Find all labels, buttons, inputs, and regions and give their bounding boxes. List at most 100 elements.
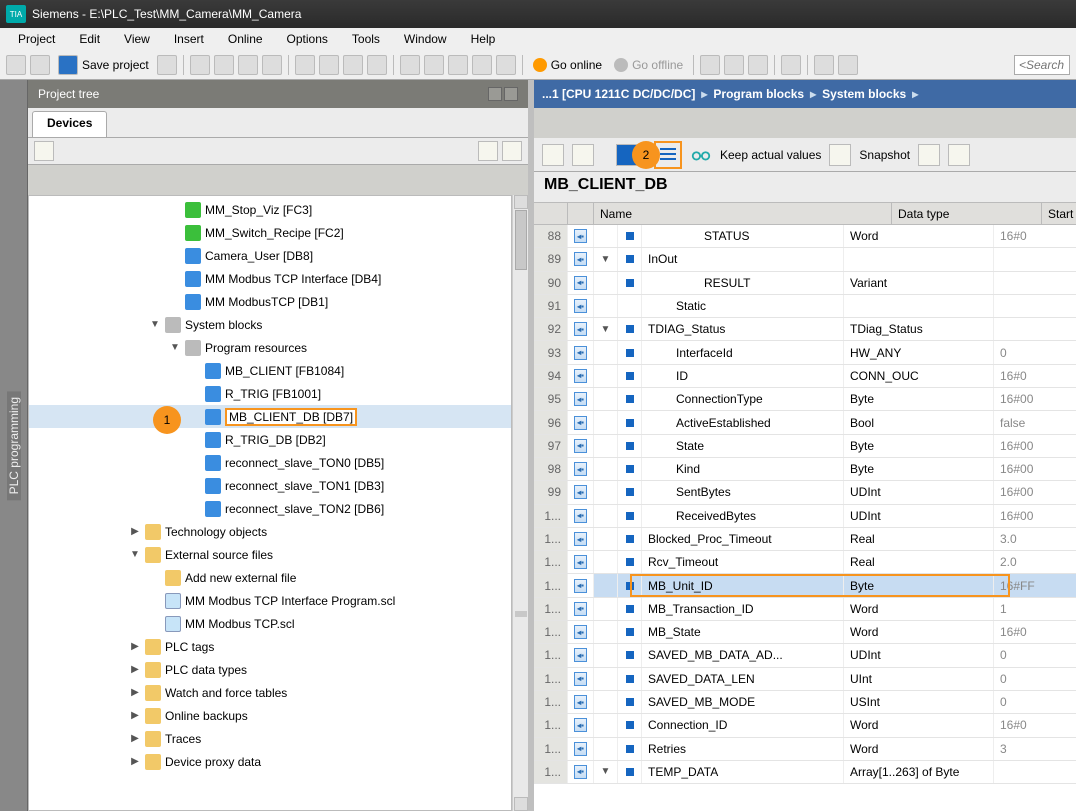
side-tab-plc-programming[interactable]: PLC programming — [0, 80, 28, 811]
new-project-icon[interactable] — [6, 55, 26, 75]
cell-type[interactable]: UInt — [844, 668, 994, 690]
expand-toggle-icon[interactable]: ▶ — [129, 641, 141, 652]
cell-type[interactable]: USInt — [844, 691, 994, 713]
cell-startvalue[interactable]: 16#00 — [994, 458, 1076, 480]
tree-item[interactable]: reconnect_slave_TON1 [DB3] — [29, 474, 511, 497]
tree-item[interactable]: MM Modbus TCP.scl — [29, 612, 511, 635]
sim-icon[interactable] — [472, 55, 492, 75]
cell-type[interactable]: Word — [844, 621, 994, 643]
cell-name[interactable]: Blocked_Proc_Timeout — [642, 528, 844, 550]
cell-type[interactable]: TDiag_Status — [844, 318, 994, 340]
cell-startvalue[interactable]: 16#00 — [994, 481, 1076, 503]
menu-view[interactable]: View — [114, 30, 160, 48]
cell-type[interactable]: HW_ANY — [844, 341, 994, 363]
tree-item[interactable]: MM_Switch_Recipe [FC2] — [29, 221, 511, 244]
cell-name[interactable]: Kind — [642, 458, 844, 480]
breadcrumb[interactable]: ...1 [CPU 1211C DC/DC/DC]▸Program blocks… — [534, 80, 1076, 108]
cut-icon[interactable] — [190, 55, 210, 75]
cell-type[interactable]: Word — [844, 225, 994, 247]
menu-insert[interactable]: Insert — [164, 30, 214, 48]
table-row[interactable]: 89◂▪▼InOut — [534, 248, 1076, 271]
cell-type[interactable]: Bool — [844, 411, 994, 433]
collapse-icon[interactable] — [504, 87, 518, 101]
menu-tools[interactable]: Tools — [342, 30, 390, 48]
save-project-button[interactable]: Save project — [54, 55, 153, 75]
col-type[interactable]: Data type — [892, 203, 1042, 224]
row-expand-icon[interactable]: ▼ — [594, 318, 618, 340]
undo-dropdown-icon[interactable] — [319, 55, 339, 75]
cell-type[interactable] — [844, 248, 994, 270]
table-row[interactable]: 95◂▪ConnectionTypeByte16#00 — [534, 388, 1076, 411]
cell-type[interactable]: Word — [844, 598, 994, 620]
keep-values-button[interactable]: Keep actual values — [720, 148, 821, 162]
expand-toggle-icon[interactable]: ▼ — [129, 549, 141, 560]
search-input[interactable] — [1014, 55, 1070, 75]
table-row[interactable]: 1...◂▪Connection_IDWord16#0 — [534, 714, 1076, 737]
cell-name[interactable]: InterfaceId — [642, 341, 844, 363]
tree-item[interactable]: ▼System blocks — [29, 313, 511, 336]
tree-item[interactable]: ▼Program resources — [29, 336, 511, 359]
cell-startvalue[interactable]: 0 — [994, 644, 1076, 666]
cell-name[interactable]: Connection_ID — [642, 714, 844, 736]
cell-type[interactable]: Byte — [844, 435, 994, 457]
breadcrumb-item[interactable]: Program blocks — [713, 87, 804, 101]
table-row[interactable]: 99◂▪SentBytesUDInt16#00 — [534, 481, 1076, 504]
table-row[interactable]: 1...◂▪▼TEMP_DATAArray[1..263] of Byte — [534, 761, 1076, 784]
cross-ref-icon[interactable] — [781, 55, 801, 75]
expand-toggle-icon[interactable]: ▶ — [129, 687, 141, 698]
tree-item[interactable]: Camera_User [DB8] — [29, 244, 511, 267]
tree-item[interactable]: R_TRIG_DB [DB2] — [29, 428, 511, 451]
print-icon[interactable] — [157, 55, 177, 75]
table-row[interactable]: 1...◂▪SAVED_MB_MODEUSInt0 — [534, 691, 1076, 714]
table-row[interactable]: 1...◂▪SAVED_MB_DATA_AD...UDInt0 — [534, 644, 1076, 667]
cell-name[interactable]: ID — [642, 365, 844, 387]
cell-startvalue[interactable]: 16#00 — [994, 505, 1076, 527]
menu-help[interactable]: Help — [461, 30, 506, 48]
download-icon[interactable] — [400, 55, 420, 75]
delete-icon[interactable] — [262, 55, 282, 75]
start-cpu-icon[interactable] — [724, 55, 744, 75]
cell-type[interactable]: Variant — [844, 272, 994, 294]
cell-startvalue[interactable]: 2.0 — [994, 551, 1076, 573]
tree-item[interactable]: ▶Watch and force tables — [29, 681, 511, 704]
cell-name[interactable]: TEMP_DATA — [642, 761, 844, 783]
cell-startvalue[interactable]: false — [994, 411, 1076, 433]
paste-icon[interactable] — [238, 55, 258, 75]
cell-startvalue[interactable]: 16#00 — [994, 388, 1076, 410]
open-icon[interactable] — [30, 55, 50, 75]
table-row[interactable]: 1...◂▪MB_Unit_IDByte16#FF — [534, 574, 1076, 597]
menu-options[interactable]: Options — [277, 30, 338, 48]
cell-type[interactable]: CONN_OUC — [844, 365, 994, 387]
tree-item[interactable]: MB_CLIENT [FB1084] — [29, 359, 511, 382]
row-expand-icon[interactable]: ▼ — [594, 761, 618, 783]
layout-right-icon[interactable] — [838, 55, 858, 75]
devices-tab[interactable]: Devices — [32, 111, 107, 137]
table-row[interactable]: 1...◂▪MB_Transaction_IDWord1 — [534, 598, 1076, 621]
tree-item[interactable]: MM Modbus TCP Interface [DB4] — [29, 267, 511, 290]
cell-name[interactable]: RESULT — [642, 272, 844, 294]
layout-left-icon[interactable] — [814, 55, 834, 75]
cell-name[interactable]: SentBytes — [642, 481, 844, 503]
table-row[interactable]: 90◂▪RESULTVariant — [534, 272, 1076, 295]
upload-icon[interactable] — [424, 55, 444, 75]
cell-startvalue[interactable]: 16#00 — [994, 435, 1076, 457]
cell-type[interactable]: Byte — [844, 458, 994, 480]
table-row[interactable]: 1...◂▪Rcv_TimeoutReal2.0 — [534, 551, 1076, 574]
cell-name[interactable]: ReceivedBytes — [642, 505, 844, 527]
expand-toggle-icon[interactable]: ▶ — [129, 526, 141, 537]
cell-type[interactable]: Word — [844, 714, 994, 736]
cell-startvalue[interactable]: 0 — [994, 691, 1076, 713]
cell-startvalue[interactable] — [994, 295, 1076, 317]
rebuild-icon[interactable] — [542, 144, 564, 166]
rebuild2-icon[interactable] — [572, 144, 594, 166]
scroll-thumb[interactable] — [515, 210, 527, 270]
menu-project[interactable]: Project — [8, 30, 65, 48]
expand-toggle-icon[interactable]: ▼ — [149, 319, 161, 330]
expand-toggle-icon[interactable]: ▼ — [169, 342, 181, 353]
menu-window[interactable]: Window — [394, 30, 457, 48]
table-row[interactable]: 1...◂▪ReceivedBytesUDInt16#00 — [534, 505, 1076, 528]
cell-startvalue[interactable]: 0 — [994, 668, 1076, 690]
cell-startvalue[interactable]: 16#0 — [994, 621, 1076, 643]
tree-item[interactable]: MM_Stop_Viz [FC3] — [29, 198, 511, 221]
cell-name[interactable]: MB_State — [642, 621, 844, 643]
